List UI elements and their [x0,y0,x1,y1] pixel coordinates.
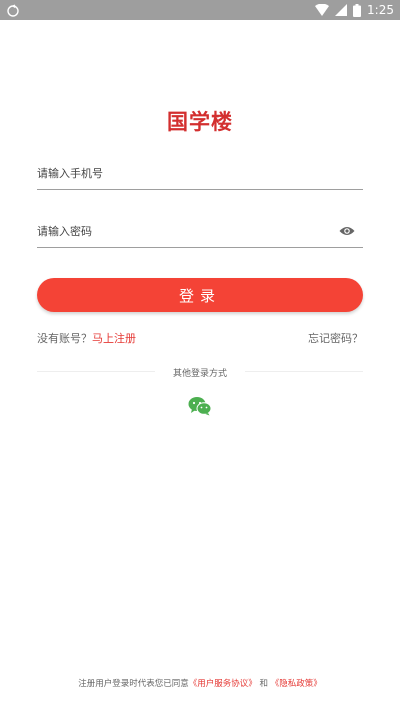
password-input[interactable] [37,216,327,246]
status-time: 1:25 [367,3,394,17]
privacy-link[interactable]: 《隐私政策》 [271,679,322,689]
divider-line-right [245,371,363,372]
eye-icon[interactable] [339,222,355,235]
agreement-prefix: 注册用户登录时代表您已同意 [78,679,189,689]
wechat-login-icon[interactable] [188,396,212,416]
account-links: 没有账号？马上注册 忘记密码？ [37,330,363,346]
no-account-text: 没有账号？ [37,332,92,345]
register-prompt: 没有账号？马上注册 [37,330,136,346]
agreement-and: 和 [259,679,269,689]
phone-field [37,158,363,190]
app-logo: 国学楼 [167,109,233,134]
sync-icon [6,3,20,17]
status-indicators: 1:25 [315,0,394,20]
agreement-footer: 注册用户登录时代表您已同意《用户服务协议》 和 《隐私政策》 [0,677,400,689]
register-link[interactable]: 马上注册 [92,332,136,345]
battery-icon [353,3,362,17]
password-field [37,216,363,248]
other-login-label: 其他登录方式 [172,369,227,379]
phone-input[interactable] [37,158,327,188]
signal-icon [335,4,348,16]
status-bar: 1:25 [0,0,400,20]
login-button[interactable]: 登录 [37,278,363,312]
terms-link[interactable]: 《用户服务协议》 [189,679,257,689]
wifi-icon [315,4,330,16]
forgot-password-link[interactable]: 忘记密码？ [308,330,363,346]
other-login-divider: 其他登录方式 [37,366,363,379]
